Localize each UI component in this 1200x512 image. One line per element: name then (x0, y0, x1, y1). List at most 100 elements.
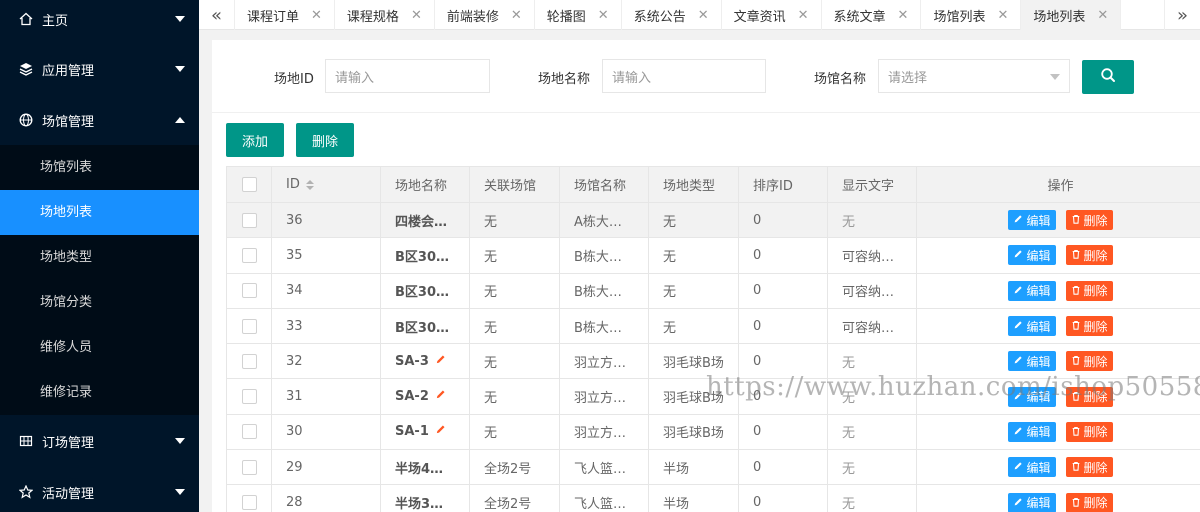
tab-frontend-decor[interactable]: 前端装修 ✕ (435, 0, 535, 30)
cell-court-type: 羽毛球B场 (648, 378, 739, 415)
sidebar-item-repair-staff[interactable]: 维修人员 (0, 325, 199, 370)
edit-icon (1013, 213, 1026, 227)
tab-system-articles[interactable]: 系统文章 ✕ (822, 0, 922, 30)
delete-button[interactable]: 删除 (1065, 386, 1113, 407)
close-icon[interactable]: ✕ (698, 8, 709, 23)
delete-button[interactable]: 删除 (1065, 316, 1113, 337)
table-row[interactable]: 36 四楼会… 无 A栋大楼… 无 0 无编辑 删除 (226, 201, 1200, 239)
cell-venue-name: 羽立方… (559, 343, 649, 380)
close-icon[interactable]: ✕ (798, 8, 809, 23)
trash-icon (1071, 390, 1084, 404)
delete-button[interactable]: 删除 (1065, 457, 1113, 478)
delete-button[interactable]: 删除 (1065, 210, 1113, 231)
row-checkbox[interactable] (241, 283, 257, 299)
close-icon[interactable]: ✕ (311, 8, 322, 23)
search-button[interactable] (1082, 60, 1134, 94)
close-icon[interactable]: ✕ (598, 8, 609, 23)
cell-court-type: 无 (648, 201, 739, 239)
table-row[interactable]: 28 半场3号 … 全场2号 飞人篮… 半场 0 无 编辑 删除 (226, 484, 1200, 512)
pencil-icon[interactable] (435, 389, 446, 404)
edit-button[interactable]: 编辑 (1008, 492, 1056, 512)
sidebar-item-court-list[interactable]: 场地列表 (0, 190, 199, 235)
cell-display-text: 无 (827, 201, 917, 239)
edit-button[interactable]: 编辑 (1008, 280, 1056, 301)
edit-button[interactable]: 编辑 (1008, 457, 1056, 478)
delete-button[interactable]: 删除 (1065, 492, 1113, 512)
table-row[interactable]: 35 B区307 … 无 B栋大楼… 无 0 可容纳8人 编辑 删除 (226, 237, 1200, 274)
court-id-input[interactable]: 请输入 (325, 59, 490, 93)
trash-icon (1071, 496, 1084, 510)
col-court-name: 场地名称 (380, 166, 470, 203)
cell-venue-name: A栋大楼… (559, 201, 649, 239)
menu-group-apps[interactable]: 应用管理 (0, 44, 199, 94)
menu-group-activities[interactable]: 活动管理 (0, 467, 199, 512)
edit-button[interactable]: 编辑 (1008, 386, 1056, 407)
table-row[interactable]: 32 SA-3 无羽立方… 羽毛球B场 0 无编辑 删除 (226, 343, 1200, 380)
menu-group-venues[interactable]: 场馆管理 (0, 95, 199, 145)
table-row[interactable]: 33 B区303 … 无 B栋大楼… 无 0 可容纳1… 编辑 删除 (226, 307, 1200, 345)
edit-label: 编辑 (1026, 319, 1051, 334)
row-checkbox[interactable] (241, 318, 257, 334)
cell-display-text: 可容纳1… (827, 272, 917, 309)
row-select-cell (226, 272, 272, 309)
close-icon[interactable]: ✕ (511, 8, 522, 23)
edit-button[interactable]: 编辑 (1008, 421, 1056, 442)
trash-icon (1071, 319, 1084, 333)
col-id[interactable]: ID (271, 166, 381, 203)
pencil-icon[interactable] (435, 424, 446, 439)
edit-button[interactable]: 编辑 (1008, 210, 1056, 231)
close-icon[interactable]: ✕ (997, 8, 1008, 23)
cell-linked-venue: 无 (469, 201, 560, 239)
sidebar-item-venue-category[interactable]: 场馆分类 (0, 280, 199, 325)
close-icon[interactable]: ✕ (1097, 8, 1108, 23)
close-icon[interactable]: ✕ (411, 8, 422, 23)
edit-label: 编辑 (1026, 390, 1051, 405)
sort-icon[interactable] (305, 179, 314, 190)
tab-course-orders[interactable]: 课程订单 ✕ (235, 0, 335, 30)
delete-button[interactable]: 删除 (1065, 421, 1113, 442)
menu-group-label: 活动管理 (42, 486, 95, 502)
tab-venue-list[interactable]: 场馆列表 ✕ (921, 0, 1022, 30)
row-checkbox[interactable] (241, 389, 257, 405)
sidebar-item-venue-list[interactable]: 场馆列表 (0, 145, 199, 190)
row-checkbox[interactable] (241, 212, 257, 228)
sidebar-item-repair-records[interactable]: 维修记录 (0, 370, 199, 415)
cell-court-name: B区305 … (380, 272, 470, 309)
edit-button[interactable]: 编辑 (1008, 316, 1056, 337)
select-all-checkbox[interactable] (241, 177, 257, 192)
tabs-scroll-right-button[interactable]: » (1164, 0, 1200, 30)
row-checkbox[interactable] (241, 353, 257, 369)
trash-icon (1071, 284, 1084, 298)
table-row[interactable]: 29 半场4号 … 全场2号 飞人篮… 半场 0 无 编辑 删除 (226, 449, 1200, 486)
row-checkbox[interactable] (241, 247, 257, 263)
cell-actions: 编辑 删除 (916, 307, 1200, 345)
cell-id: 35 (271, 237, 381, 274)
delete-button[interactable]: 删除 (1065, 245, 1113, 266)
batch-delete-button[interactable]: 删除 (296, 123, 354, 157)
menu-group-booking[interactable]: 订场管理 (0, 416, 199, 466)
venue-name-select[interactable]: 请选择 (878, 59, 1070, 93)
tabs-scroll-left-button[interactable]: « (199, 0, 235, 30)
table-row[interactable]: 31 SA-2 无羽立方… 羽毛球B场 0 无编辑 删除 (226, 378, 1200, 415)
edit-button[interactable]: 编辑 (1008, 351, 1056, 372)
tab-announcements[interactable]: 系统公告 ✕ (622, 0, 722, 30)
court-name-input[interactable]: 请输入 (602, 59, 766, 93)
menu-group-home[interactable]: 主页 (0, 0, 199, 44)
tab-court-list[interactable]: 场地列表 ✕ (1021, 0, 1122, 30)
table-row[interactable]: 34 B区305 … 无 B栋大楼… 无 0 可容纳1… 编辑 删除 (226, 272, 1200, 309)
delete-button[interactable]: 删除 (1065, 280, 1113, 301)
tab-course-specs[interactable]: 课程规格 ✕ (335, 0, 435, 30)
table-row[interactable]: 30 SA-1 无羽立方… 羽毛球B场 0 无编辑 删除 (226, 413, 1200, 451)
row-checkbox[interactable] (241, 459, 257, 475)
delete-button[interactable]: 删除 (1065, 351, 1113, 372)
tab-articles[interactable]: 文章资讯 ✕ (722, 0, 822, 30)
row-checkbox[interactable] (241, 495, 257, 511)
row-checkbox[interactable] (241, 424, 257, 440)
edit-button[interactable]: 编辑 (1008, 245, 1056, 266)
pencil-icon[interactable] (435, 354, 446, 369)
sidebar-item-court-type[interactable]: 场地类型 (0, 235, 199, 280)
add-button[interactable]: 添加 (226, 123, 284, 157)
cell-linked-venue: 无 (469, 378, 560, 415)
close-icon[interactable]: ✕ (898, 8, 909, 23)
tab-carousel[interactable]: 轮播图 ✕ (535, 0, 622, 30)
